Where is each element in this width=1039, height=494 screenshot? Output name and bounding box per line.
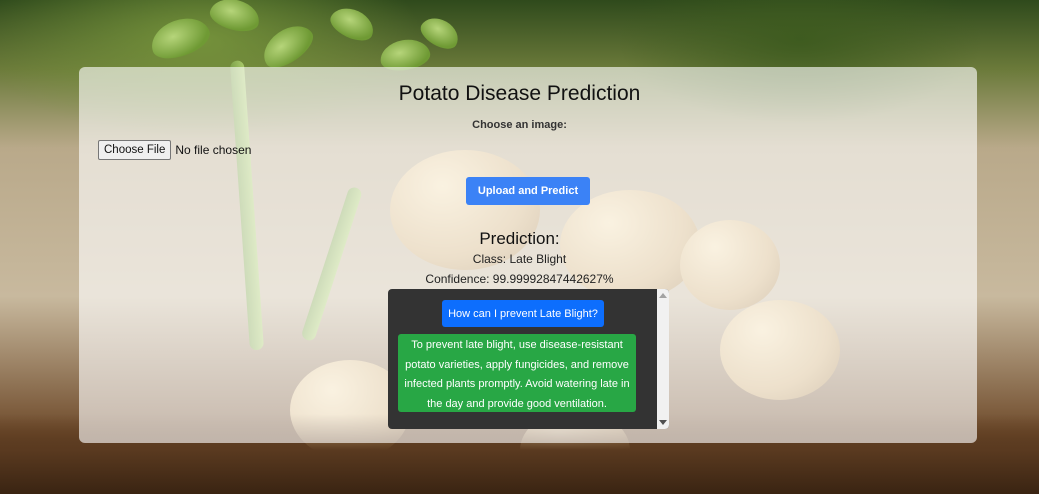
chat-question-button[interactable]: How can I prevent Late Blight? [442, 300, 604, 327]
chat-scrollbar[interactable] [657, 289, 669, 429]
prediction-heading: Prediction: [479, 229, 560, 248]
upload-and-predict-button[interactable]: Upload and Predict [466, 177, 590, 205]
chat-panel[interactable]: How can I prevent Late Blight? To preven… [388, 289, 669, 429]
choose-file-button[interactable]: Choose File [98, 140, 172, 160]
scroll-thumb[interactable] [659, 303, 667, 413]
scroll-down-icon[interactable] [659, 420, 667, 425]
page-title: Potato Disease Prediction [398, 82, 641, 105]
file-input[interactable]: Choose File No file chosen [98, 140, 251, 160]
prediction-confidence: Confidence: 99.99992847442627% [425, 272, 614, 286]
scroll-up-icon[interactable] [659, 293, 667, 298]
choose-image-label: Choose an image: [472, 119, 567, 131]
chat-answer-message: To prevent late blight, use disease-resi… [398, 334, 636, 412]
prediction-class: Class: Late Blight [472, 252, 567, 266]
file-status-text: No file chosen [175, 143, 252, 157]
